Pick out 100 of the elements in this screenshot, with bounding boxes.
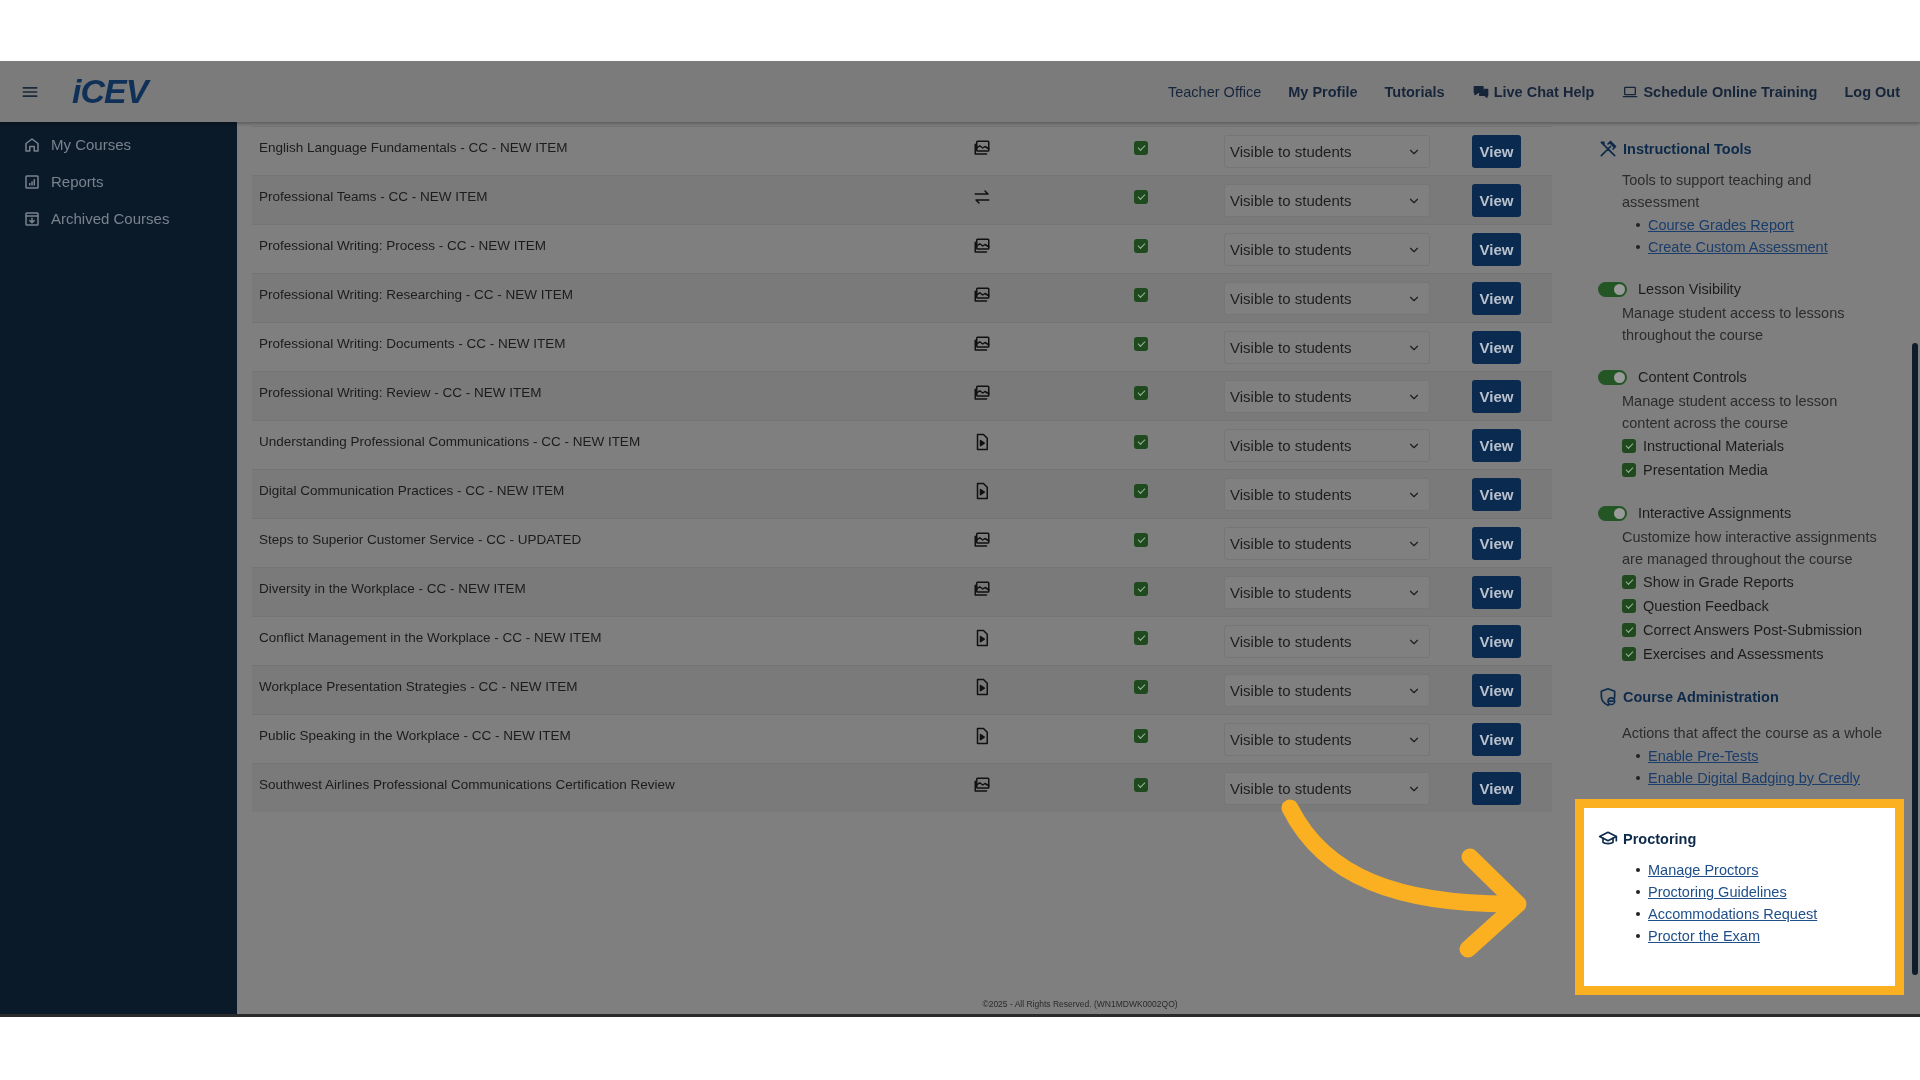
toggle-switch[interactable]	[1598, 369, 1627, 385]
checkbox[interactable]	[1134, 582, 1148, 596]
checkbox[interactable]	[1622, 575, 1636, 589]
visibility-select[interactable]: Visible to students	[1224, 625, 1430, 658]
visibility-select[interactable]: Visible to students	[1224, 674, 1430, 707]
checkbox[interactable]	[1134, 680, 1148, 694]
view-button[interactable]: View	[1472, 282, 1521, 315]
visibility-select[interactable]: Visible to students	[1224, 772, 1430, 805]
visibility-select[interactable]: Visible to students	[1224, 527, 1430, 560]
checkbox[interactable]	[1134, 337, 1148, 351]
panel-link[interactable]: Accommodations Request	[1648, 906, 1818, 922]
lesson-title: Public Speaking in the Workplace - CC - NEW ITEM	[259, 727, 572, 743]
checkbox[interactable]	[1134, 778, 1148, 792]
checkbox[interactable]	[1134, 141, 1148, 155]
archive-icon	[23, 209, 41, 228]
nav-link[interactable]: Schedule Online Training	[1621, 83, 1818, 100]
panel-link[interactable]: Manage Proctors	[1648, 862, 1759, 878]
view-button[interactable]: View	[1472, 429, 1521, 462]
lesson-title: Professional Writing: Researching - CC - NEW ITEM	[259, 286, 575, 302]
panel-link[interactable]: Enable Pre-Tests	[1648, 748, 1759, 764]
bullet	[1636, 223, 1640, 227]
section-title: Content Controls	[1638, 369, 1747, 385]
nav-link[interactable]: Teacher Office	[1168, 83, 1262, 100]
view-button[interactable]: View	[1472, 723, 1521, 756]
bullet	[1636, 754, 1640, 758]
section-description: Manage student access to lesson content across the course	[1622, 392, 1839, 433]
panel-link[interactable]: Enable Digital Badging by Credly	[1648, 770, 1860, 786]
nav-link[interactable]: Tutorials	[1384, 83, 1445, 100]
lesson-title: Southwest Airlines Professional Communications Certification Review	[259, 776, 676, 792]
toggle-switch[interactable]	[1598, 281, 1627, 297]
visibility-select[interactable]: Visible to students	[1224, 282, 1430, 315]
view-button[interactable]: View	[1472, 674, 1521, 707]
checkbox[interactable]	[1622, 647, 1636, 661]
view-button[interactable]: View	[1472, 478, 1521, 511]
view-button[interactable]: View	[1472, 233, 1521, 266]
section-description: Manage student access to lessons throughout the course	[1622, 304, 1846, 345]
media-icon	[972, 531, 992, 549]
panel-link[interactable]: Proctoring Guidelines	[1648, 884, 1787, 900]
lesson-title: Professional Teams - CC - NEW ITEM	[259, 188, 489, 204]
checkbox[interactable]	[1134, 484, 1148, 498]
panel-link[interactable]: Proctor the Exam	[1648, 928, 1760, 944]
view-button[interactable]: View	[1472, 576, 1521, 609]
visibility-select[interactable]: Visible to students	[1224, 723, 1430, 756]
media-icon	[972, 286, 992, 304]
section-description: Tools to support teaching and assessment	[1622, 171, 1813, 212]
home-icon	[23, 135, 41, 154]
checkbox[interactable]	[1622, 623, 1636, 637]
scrollbar[interactable]	[1912, 343, 1918, 975]
checkbox[interactable]	[1622, 439, 1636, 453]
checkbox[interactable]	[1134, 533, 1148, 547]
checkbox[interactable]	[1134, 631, 1148, 645]
view-button[interactable]: View	[1472, 184, 1521, 217]
lesson-title: Diversity in the Workplace - CC - NEW ITEM	[259, 580, 527, 596]
option-label: Instructional Materials	[1643, 438, 1785, 454]
media-icon	[972, 237, 992, 255]
nav-link[interactable]: Log Out	[1844, 83, 1900, 100]
visibility-select[interactable]: Visible to students	[1224, 478, 1430, 511]
bullet	[1636, 934, 1640, 938]
view-button[interactable]: View	[1472, 625, 1521, 658]
toggle-switch[interactable]	[1598, 505, 1627, 521]
view-button[interactable]: View	[1472, 331, 1521, 364]
nav-link[interactable]: My Profile	[1288, 83, 1358, 100]
panel-link[interactable]: Create Custom Assessment	[1648, 239, 1828, 255]
section-title: Instructional Tools	[1623, 141, 1752, 157]
checkbox[interactable]	[1134, 239, 1148, 253]
sidebar-item[interactable]: Reports	[0, 169, 237, 194]
panel-link[interactable]: Course Grades Report	[1648, 217, 1794, 233]
visibility-select[interactable]: Visible to students	[1224, 380, 1430, 413]
view-button[interactable]: View	[1472, 527, 1521, 560]
lesson-title: Professional Writing: Process - CC - NEW ITEM	[259, 237, 548, 253]
visibility-select[interactable]: Visible to students	[1224, 576, 1430, 609]
bullet	[1636, 776, 1640, 780]
visibility-select[interactable]: Visible to students	[1224, 135, 1430, 168]
section-title: Course Administration	[1623, 689, 1779, 705]
view-button[interactable]: View	[1472, 135, 1521, 168]
checkbox[interactable]	[1622, 463, 1636, 477]
option-label: Question Feedback	[1643, 598, 1769, 614]
media-icon	[972, 335, 992, 353]
checkbox[interactable]	[1134, 190, 1148, 204]
visibility-select[interactable]: Visible to students	[1224, 429, 1430, 462]
checkbox[interactable]	[1622, 599, 1636, 613]
media-icon	[972, 776, 992, 794]
lesson-title: Conflict Management in the Workplace - CC - NEW ITEM	[259, 629, 603, 645]
checkbox[interactable]	[1134, 386, 1148, 400]
lesson-title: Workplace Presentation Strategies - CC - NEW ITEM	[259, 678, 579, 694]
checkbox[interactable]	[1134, 288, 1148, 302]
view-button[interactable]: View	[1472, 772, 1521, 805]
view-button[interactable]: View	[1472, 380, 1521, 413]
visibility-select[interactable]: Visible to students	[1224, 233, 1430, 266]
bullet	[1636, 890, 1640, 894]
checkbox[interactable]	[1134, 729, 1148, 743]
sidebar-item[interactable]: Archived Courses	[0, 206, 237, 231]
checkbox[interactable]	[1134, 435, 1148, 449]
visibility-select[interactable]: Visible to students	[1224, 331, 1430, 364]
nav-link[interactable]: Live Chat Help	[1471, 83, 1595, 100]
sidebar-item[interactable]: My Courses	[0, 132, 237, 157]
bullet	[1636, 868, 1640, 872]
option-label: Correct Answers Post-Submission	[1643, 622, 1863, 638]
visibility-select[interactable]: Visible to students	[1224, 184, 1430, 217]
lesson-title: Digital Communication Practices - CC - NEW ITEM	[259, 482, 566, 498]
